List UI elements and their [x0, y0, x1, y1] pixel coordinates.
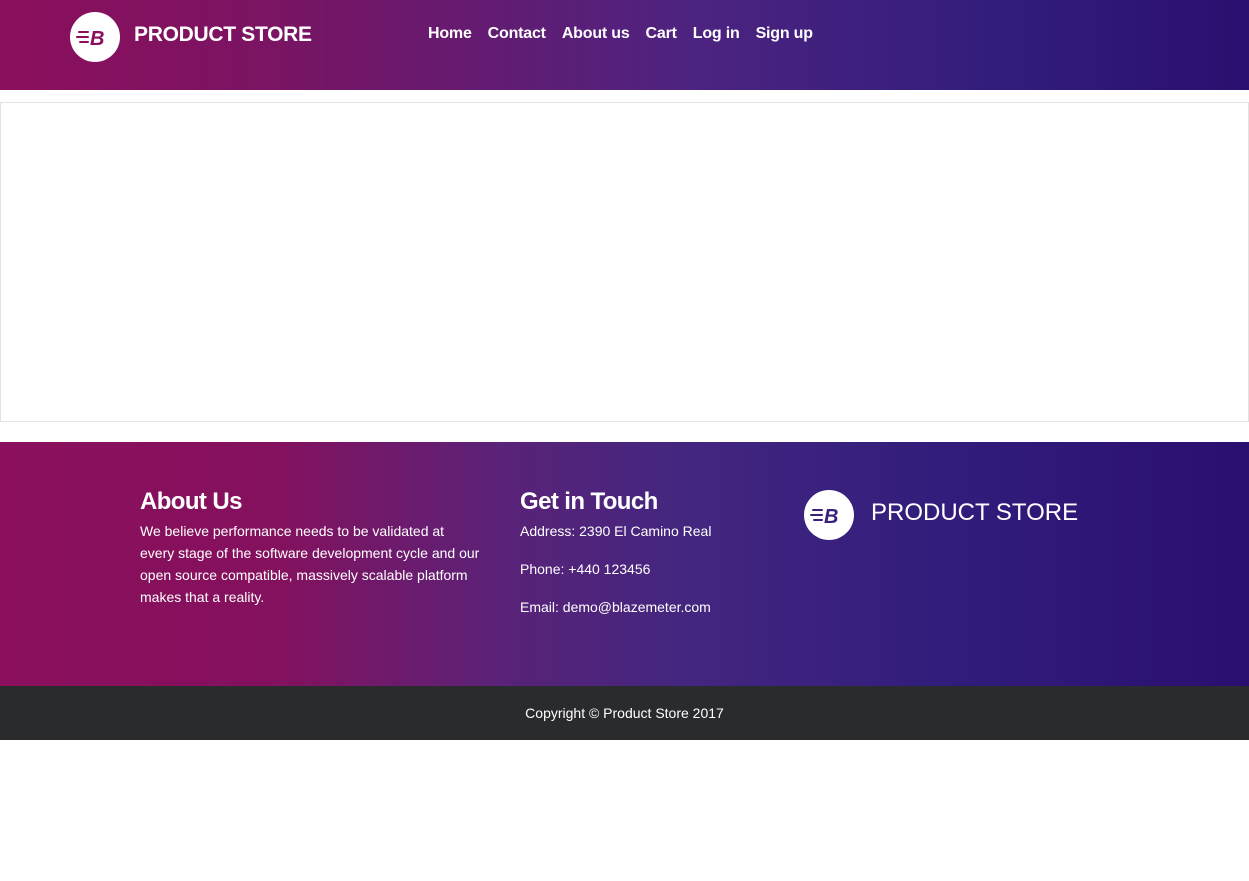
about-heading: About Us [140, 488, 242, 515]
get-in-touch-heading: Get in Touch [520, 488, 658, 515]
svg-text:B: B [824, 506, 838, 526]
footer-about-section: About Us We believe performance needs to… [140, 488, 480, 608]
nav-contact-link[interactable]: Contact [488, 25, 546, 42]
footer: About Us We believe performance needs to… [0, 442, 1249, 686]
email-text: Email: demo@blazemeter.com [520, 599, 711, 615]
copyright-bar: Copyright © Product Store 2017 [0, 686, 1249, 740]
footer-contact-section: Get in Touch Address: 2390 El Camino Rea… [520, 488, 780, 634]
brand-link[interactable]: B PRODUCT STORE [70, 12, 312, 62]
footer-brand-name: PRODUCT STORE [871, 499, 1079, 526]
brand-logo-icon: B [70, 12, 120, 62]
top-navbar: B PRODUCT STORE Home Contact About us Ca… [0, 0, 1249, 90]
svg-text:B: B [90, 28, 104, 48]
nav-menu: Home Contact About us Cart Log in Sign u… [428, 25, 829, 43]
main-content-area [0, 102, 1249, 422]
nav-cart-link[interactable]: Cart [646, 25, 677, 42]
about-text: We believe performance needs to be valid… [140, 523, 480, 605]
phone-text: Phone: +440 123456 [520, 561, 651, 577]
copyright-text: Copyright © Product Store 2017 [525, 705, 724, 721]
nav-log-in-link[interactable]: Log in [693, 25, 740, 42]
brand-name: PRODUCT STORE [134, 23, 312, 46]
footer-brand: B PRODUCT STORE [804, 490, 1078, 540]
nav-home-link[interactable]: Home [428, 25, 472, 42]
nav-about-us-link[interactable]: About us [562, 25, 630, 42]
address-text: Address: 2390 El Camino Real [520, 523, 712, 539]
footer-logo-icon: B [804, 490, 854, 540]
nav-sign-up-link[interactable]: Sign up [756, 25, 813, 42]
